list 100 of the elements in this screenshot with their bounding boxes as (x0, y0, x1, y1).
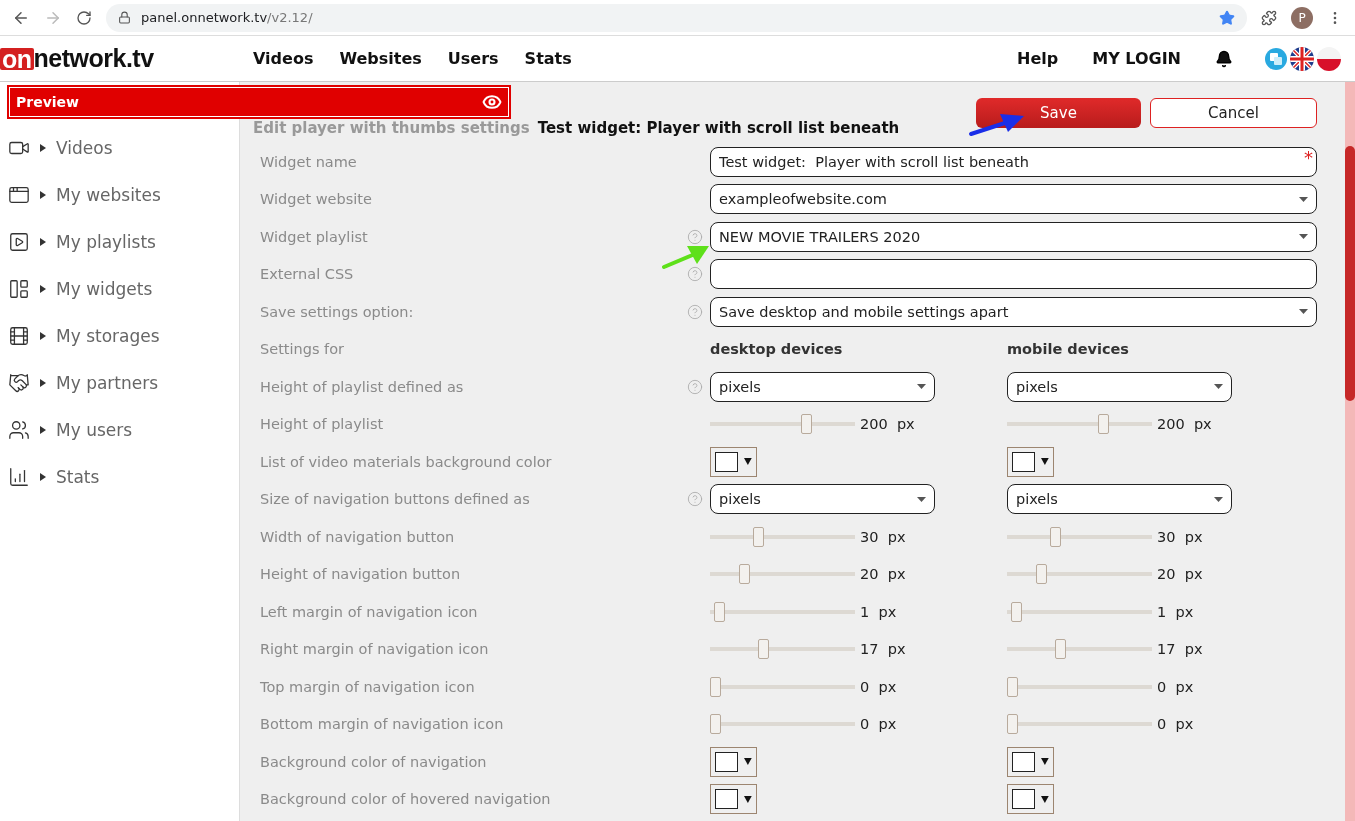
eye-icon[interactable] (482, 92, 502, 112)
slider-value: 0 px (1157, 678, 1194, 695)
sidebar-item[interactable]: My storages (8, 320, 239, 352)
bell-icon[interactable] (1215, 49, 1233, 68)
sidebar-item[interactable]: My users (8, 414, 239, 446)
play-square-icon (8, 231, 30, 253)
help-icon[interactable] (687, 228, 703, 245)
select-field[interactable]: pixels (1007, 371, 1232, 402)
users-icon (8, 419, 30, 441)
caret-icon (917, 496, 926, 502)
color-picker[interactable] (1007, 784, 1054, 815)
color-picker[interactable] (1007, 746, 1054, 777)
caret-icon (40, 379, 46, 387)
nav-link[interactable]: Stats (524, 49, 572, 68)
caret-icon (40, 332, 46, 340)
caret-icon (1299, 309, 1308, 315)
caret-icon (1214, 384, 1223, 390)
sidebar-item[interactable]: Videos (8, 132, 239, 164)
caret-icon (744, 458, 752, 466)
slider-thumb[interactable] (739, 564, 751, 585)
select-field[interactable]: pixels (710, 484, 935, 515)
help-icon[interactable] (687, 303, 703, 320)
help-icon[interactable] (687, 491, 703, 508)
slider-thumb[interactable] (1036, 564, 1048, 585)
nav-link[interactable]: Websites (339, 49, 422, 68)
preview-label: Preview (16, 94, 80, 110)
reload-icon[interactable] (76, 9, 92, 26)
sidebar-item[interactable]: My websites (8, 179, 239, 211)
logo[interactable]: onnetwork.tv (0, 44, 253, 73)
field-label: Save settings option: (260, 303, 415, 320)
select-field[interactable]: Save desktop and mobile settings apart (710, 296, 1317, 327)
color-picker[interactable] (1007, 446, 1054, 477)
input-field[interactable] (710, 259, 1317, 290)
save-button[interactable]: Save (976, 97, 1141, 128)
profile-avatar[interactable]: P (1291, 6, 1313, 29)
sidebar-item[interactable]: My widgets (8, 273, 239, 305)
slider-value: 20 px (1157, 566, 1203, 583)
sidebar-item[interactable]: My playlists (8, 226, 239, 258)
slider-thumb[interactable] (710, 676, 721, 697)
field-label: List of video materials background color (260, 453, 553, 470)
slider-thumb[interactable] (710, 714, 721, 735)
select-field[interactable]: pixels (710, 371, 935, 402)
slider-thumb[interactable] (1049, 526, 1061, 547)
slider-thumb[interactable] (1011, 601, 1022, 622)
slider-thumb[interactable] (752, 526, 764, 547)
login-link[interactable]: MY LOGIN (1092, 49, 1181, 68)
slider-thumb[interactable] (1055, 639, 1067, 660)
preview-bar[interactable]: Preview (9, 87, 509, 117)
flag-icon[interactable] (1290, 46, 1314, 71)
cancel-button[interactable]: Cancel (1150, 97, 1317, 128)
help-link[interactable]: Help (1017, 49, 1059, 68)
required-mark: * (1304, 146, 1313, 168)
sidebar-item[interactable]: My partners (8, 367, 239, 399)
color-picker[interactable] (710, 446, 757, 477)
slider-value: 200 px (860, 416, 915, 433)
nav-link[interactable]: Users (447, 49, 499, 68)
caret-icon (40, 191, 46, 199)
widget-layout-icon (8, 278, 30, 300)
slider-thumb[interactable] (1007, 714, 1018, 735)
caret-icon (744, 795, 752, 803)
slider-value: 200 px (1157, 416, 1212, 433)
field-label: Right margin of navigation icon (260, 641, 490, 658)
field-label: Background color of navigation (260, 753, 488, 770)
slider-thumb[interactable] (801, 414, 813, 435)
select-field[interactable]: NEW MOVIE TRAILERS 2020 (710, 221, 1317, 252)
film-icon (8, 325, 30, 347)
nav-link[interactable]: Videos (253, 49, 314, 68)
field-label: Height of navigation button (260, 566, 462, 583)
caret-icon (1299, 234, 1308, 240)
color-picker[interactable] (710, 746, 757, 777)
slider-thumb[interactable] (758, 639, 770, 660)
slider-thumb[interactable] (1098, 414, 1110, 435)
slider-thumb[interactable] (714, 601, 725, 622)
help-icon[interactable] (687, 378, 703, 395)
caret-icon (917, 384, 926, 390)
scrollbar[interactable] (1345, 82, 1355, 821)
slider-thumb[interactable] (1007, 676, 1018, 697)
caret-icon (744, 758, 752, 766)
slider-value: 1 px (860, 603, 897, 620)
sidebar-item[interactable]: Stats (8, 461, 239, 493)
star-icon[interactable] (1219, 9, 1235, 26)
field-label: Background color of hovered navigation (260, 791, 552, 808)
slider-value: 0 px (1157, 716, 1194, 733)
page-title: Test widget: Player with scroll list beneath (537, 119, 901, 137)
extension-icon[interactable] (1261, 9, 1277, 26)
address-bar[interactable]: panel.onnetwork.tv/v2.12/ (106, 3, 1247, 32)
select-field[interactable]: exampleofwebsite.com (710, 184, 1317, 215)
color-picker[interactable] (710, 784, 757, 815)
field-label: Size of navigation buttons defined as (260, 491, 531, 508)
select-field[interactable]: pixels (1007, 484, 1232, 515)
slider-value: 0 px (860, 716, 897, 733)
field-label: Bottom margin of navigation icon (260, 716, 505, 733)
field-label: Height of playlist (260, 416, 385, 433)
slider-value: 20 px (860, 566, 906, 583)
caret-icon (1299, 196, 1308, 202)
flag-icon[interactable] (1317, 46, 1341, 71)
caret-icon (1041, 458, 1049, 466)
help-icon[interactable] (687, 266, 703, 283)
caret-icon (1041, 758, 1049, 766)
browser-window-icon (8, 184, 30, 206)
